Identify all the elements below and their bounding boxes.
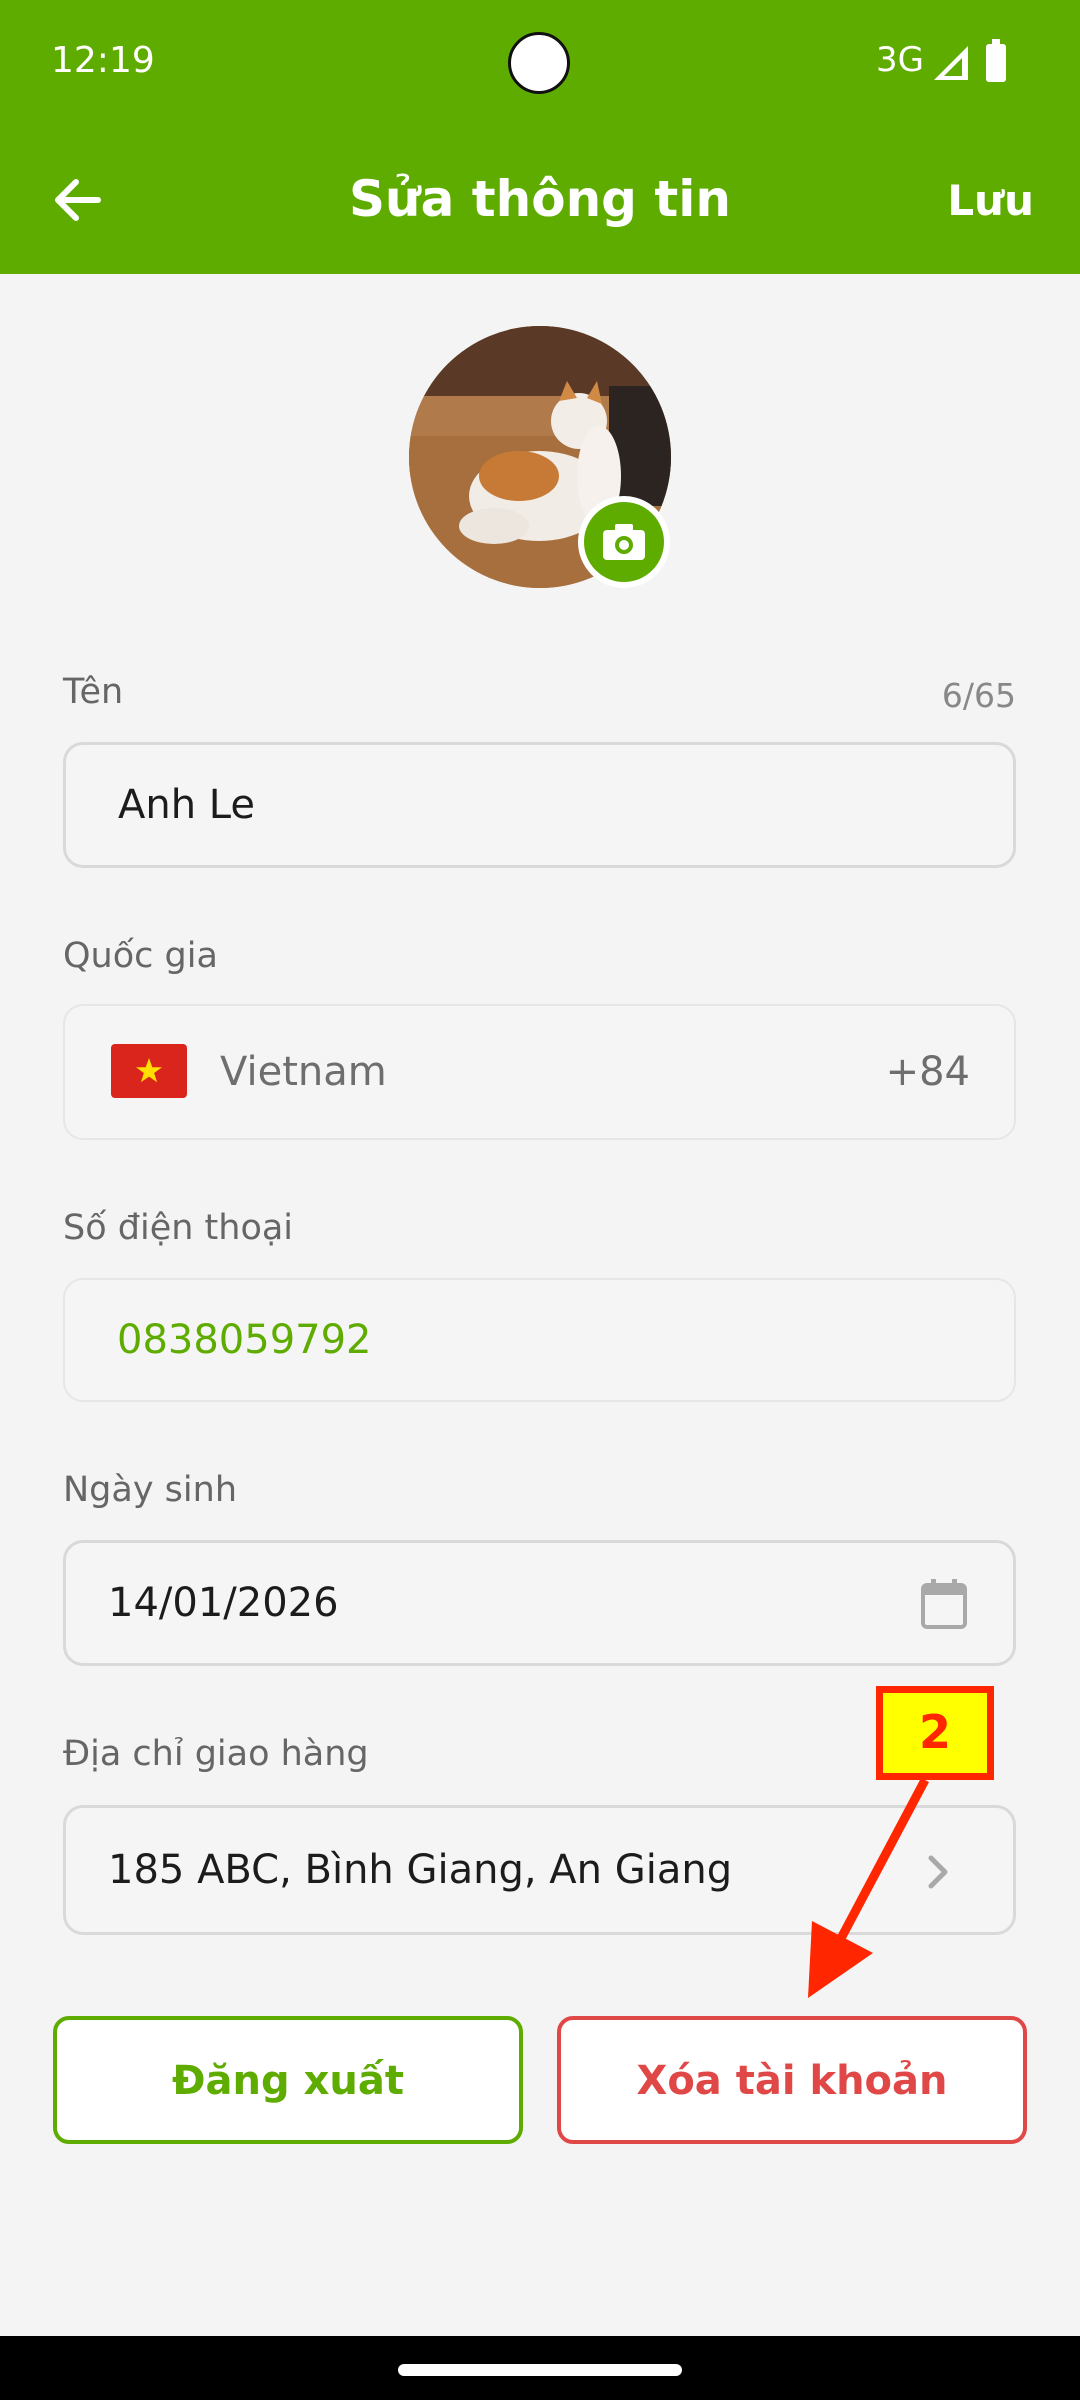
- annotation-arrow: [808, 1777, 929, 1998]
- home-indicator[interactable]: [398, 2364, 682, 2376]
- annotation-step-badge: 2: [876, 1686, 994, 1780]
